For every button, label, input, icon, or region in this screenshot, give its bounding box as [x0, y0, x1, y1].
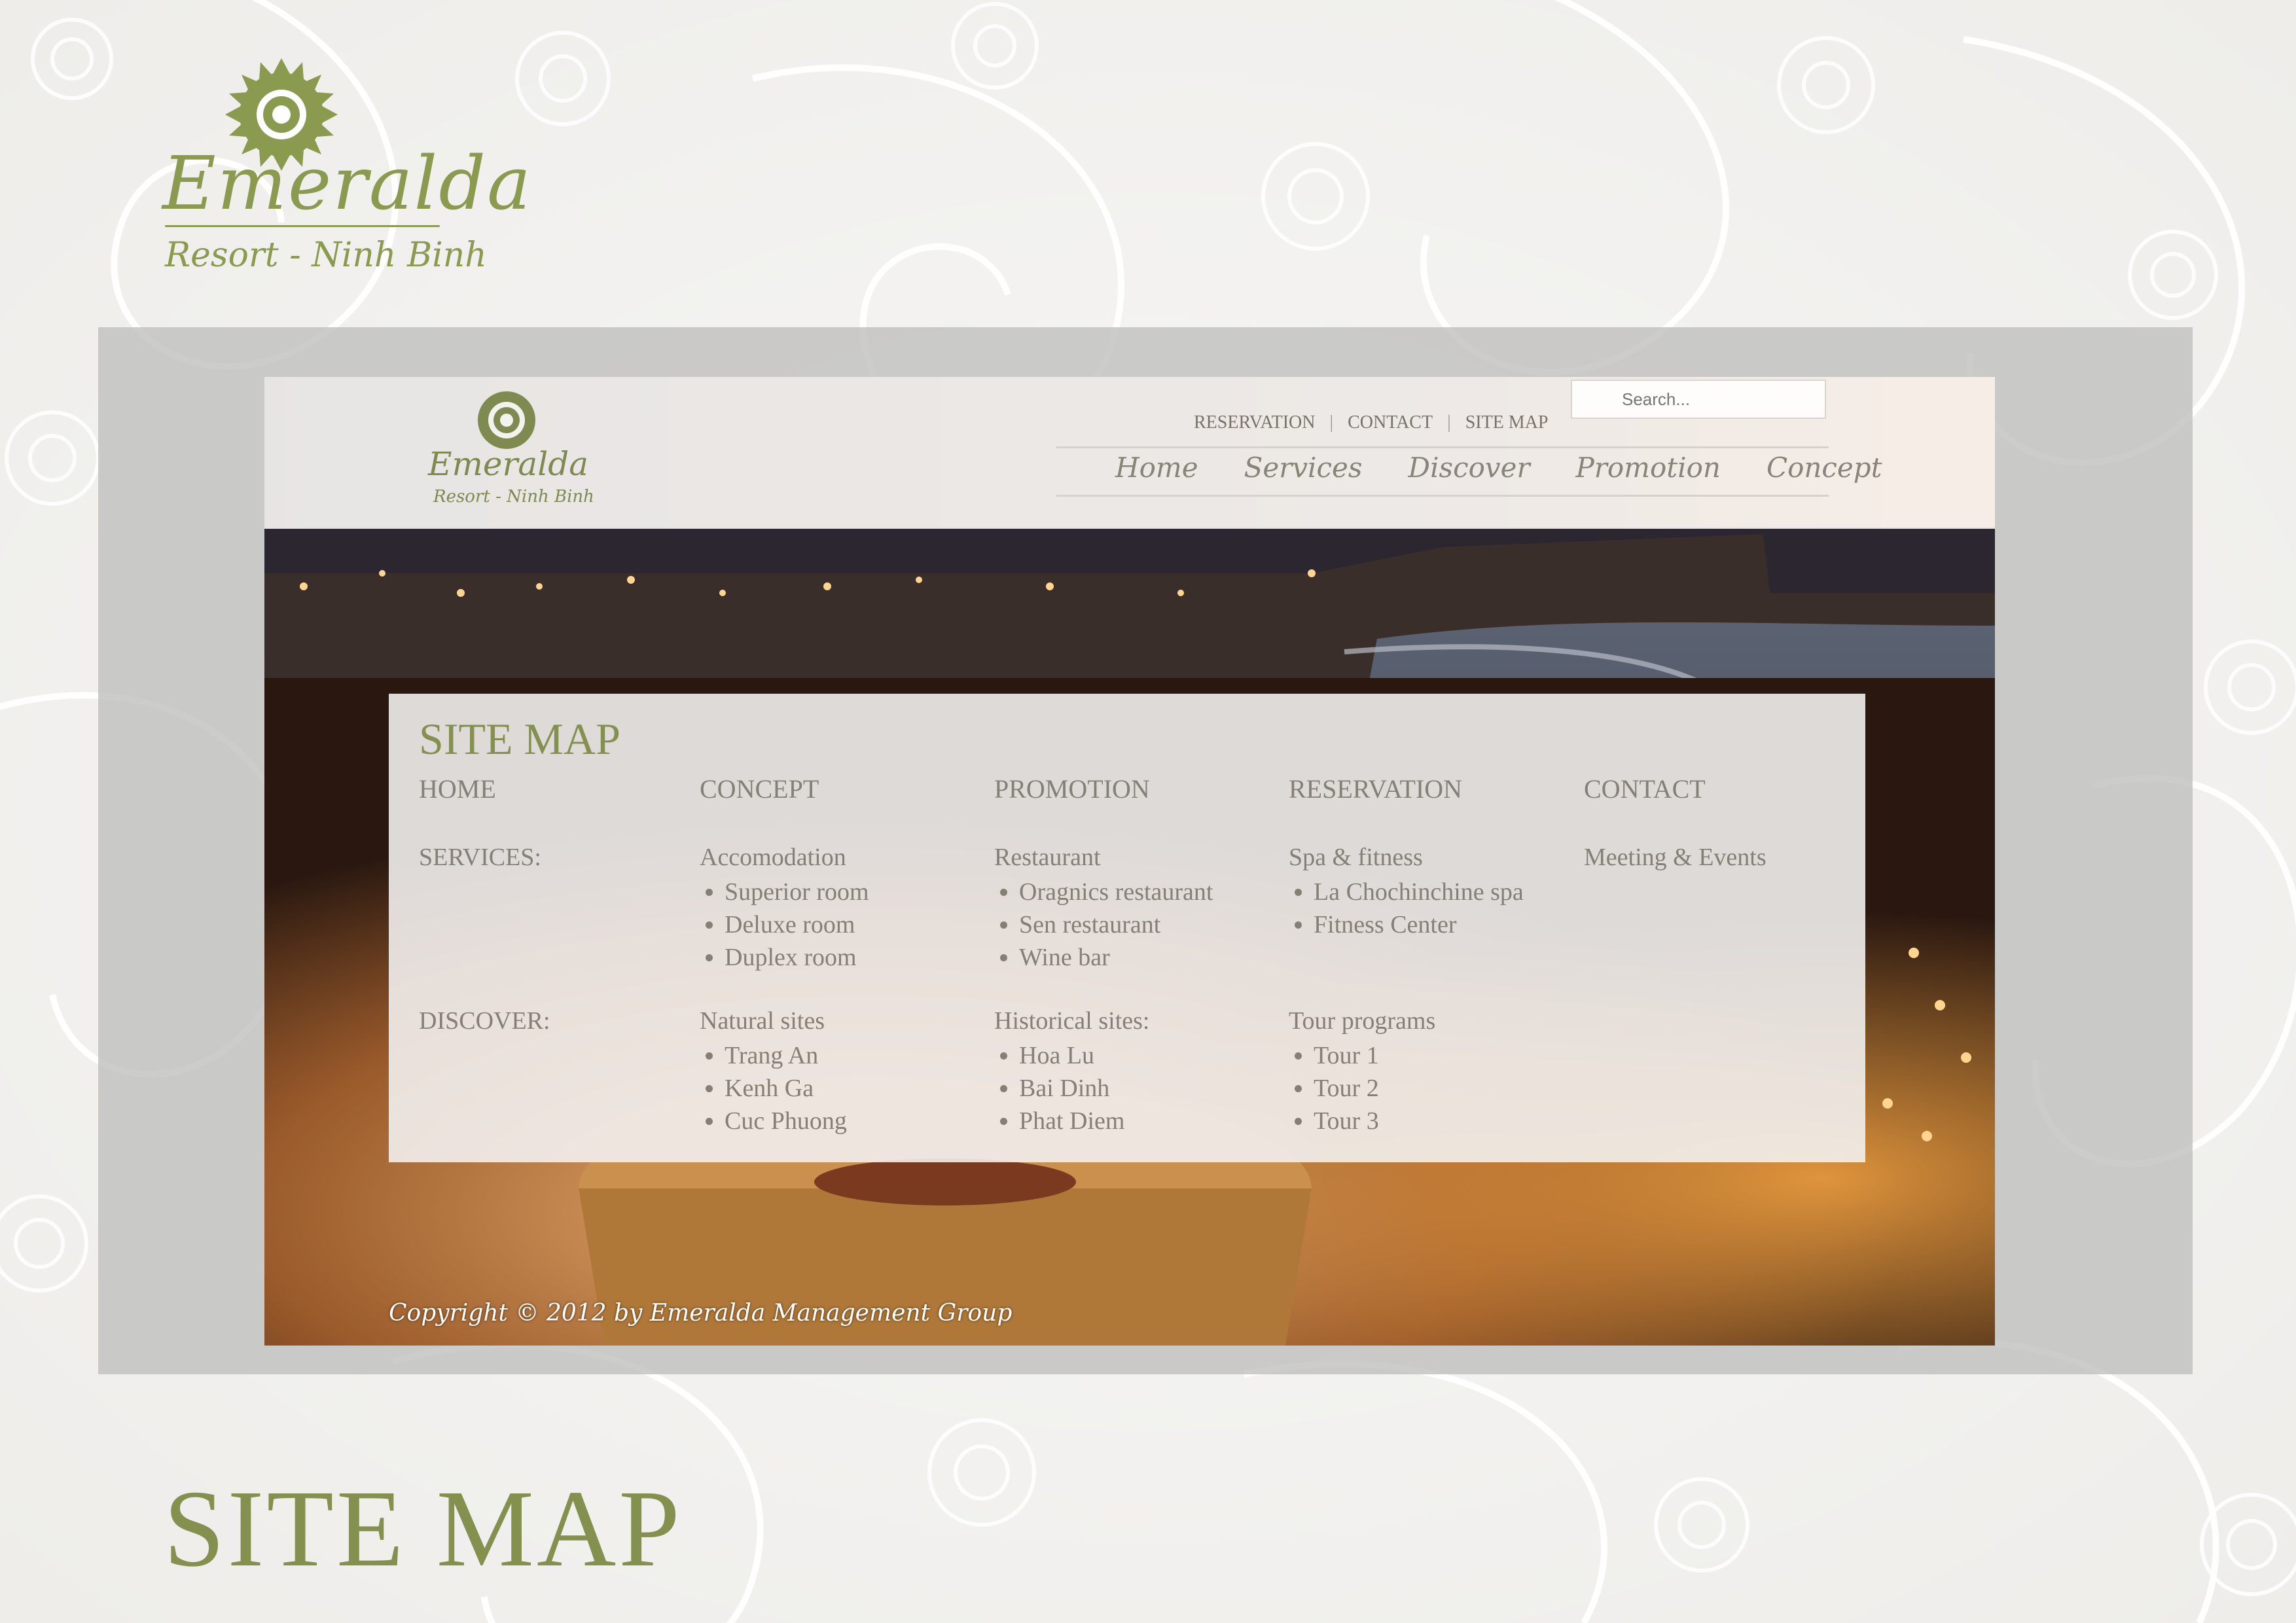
sitemap-meeting-events[interactable]: Meeting & Events: [1584, 844, 1767, 871]
sitemap-list-item[interactable]: Oragnics restaurant: [1019, 876, 1213, 908]
copyright-text: Copyright © 2012 by Emeralda Management …: [389, 1300, 1013, 1327]
main-nav: Home Services Discover Promotion Concept: [1115, 452, 1882, 484]
sitemap-natural-sites[interactable]: Natural sites: [700, 1007, 825, 1035]
sitemap-contact[interactable]: CONTACT: [1584, 774, 1706, 832]
brand-name: Emeralda: [162, 141, 532, 226]
site-logo-name: Emeralda: [428, 445, 589, 483]
brand-divider: [165, 225, 440, 227]
site-logo-tagline: Resort - Ninh Binh: [433, 487, 594, 507]
nav-promotion[interactable]: Promotion: [1576, 452, 1721, 484]
sitemap-list-item[interactable]: Tour 1: [1314, 1039, 1435, 1072]
sitemap-list-item[interactable]: Kenh Ga: [725, 1072, 847, 1105]
sitemap-home[interactable]: HOME: [419, 774, 496, 832]
sitemap-list-item[interactable]: Hoa Lu: [1019, 1039, 1149, 1072]
search-input[interactable]: [1572, 381, 1825, 418]
sitemap-list-item[interactable]: Phat Diem: [1019, 1105, 1149, 1137]
sitemap-discover-label: DISCOVER:: [419, 1007, 550, 1035]
link-separator: |: [1447, 412, 1451, 433]
sitemap-restaurant[interactable]: Restaurant: [994, 844, 1101, 871]
slide-title: SITE MAP: [164, 1468, 683, 1590]
sitemap-reservation[interactable]: RESERVATION: [1289, 774, 1462, 832]
nav-divider-bottom: [1056, 495, 1829, 497]
site-map-link[interactable]: SITE MAP: [1465, 412, 1549, 433]
website-mockup: Emeralda Resort - Ninh Binh RESERVATION …: [264, 377, 1995, 1346]
sitemap-panel: SITE MAP HOME CONCEPT PROMOTION RESERVAT…: [389, 694, 1865, 1162]
sitemap-accomodation[interactable]: Accomodation: [700, 844, 846, 871]
sitemap-spa-fitness[interactable]: Spa & fitness: [1289, 844, 1423, 871]
sitemap-list-item[interactable]: Cuc Phuong: [725, 1105, 847, 1137]
sitemap-list-item[interactable]: Wine bar: [1019, 941, 1213, 974]
sitemap-list-item[interactable]: Fitness Center: [1314, 908, 1524, 941]
utility-links: RESERVATION | CONTACT | SITE MAP: [1194, 403, 1549, 442]
sitemap-services-label: SERVICES:: [419, 844, 541, 871]
nav-divider-top: [1056, 446, 1829, 448]
nav-home[interactable]: Home: [1115, 452, 1198, 484]
sitemap-tour-programs[interactable]: Tour programs: [1289, 1007, 1435, 1035]
sitemap-title: SITE MAP: [419, 714, 620, 764]
sitemap-list-item[interactable]: Tour 2: [1314, 1072, 1435, 1105]
search-box: [1571, 380, 1826, 419]
sitemap-list-item[interactable]: Sen restaurant: [1019, 908, 1213, 941]
brand-tagline: Resort - Ninh Binh: [165, 236, 487, 275]
reservation-link[interactable]: RESERVATION: [1194, 412, 1316, 433]
sitemap-historical-sites[interactable]: Historical sites:: [994, 1007, 1149, 1035]
nav-concept[interactable]: Concept: [1767, 452, 1882, 484]
sitemap-list-item[interactable]: Bai Dinh: [1019, 1072, 1149, 1105]
nav-discover[interactable]: Discover: [1408, 452, 1530, 484]
sitemap-list-item[interactable]: La Chochinchine spa: [1314, 876, 1524, 908]
sitemap-list-item[interactable]: Deluxe room: [725, 908, 869, 941]
sitemap-list-item[interactable]: Tour 3: [1314, 1105, 1435, 1137]
link-separator: |: [1329, 412, 1334, 433]
contact-link[interactable]: CONTACT: [1348, 412, 1433, 433]
sitemap-concept[interactable]: CONCEPT: [700, 774, 819, 832]
sitemap-list-item[interactable]: Duplex room: [725, 941, 869, 974]
sitemap-list-item[interactable]: Superior room: [725, 876, 869, 908]
nav-services[interactable]: Services: [1244, 452, 1363, 484]
sitemap-list-item[interactable]: Trang An: [725, 1039, 847, 1072]
sitemap-promotion[interactable]: PROMOTION: [994, 774, 1150, 832]
